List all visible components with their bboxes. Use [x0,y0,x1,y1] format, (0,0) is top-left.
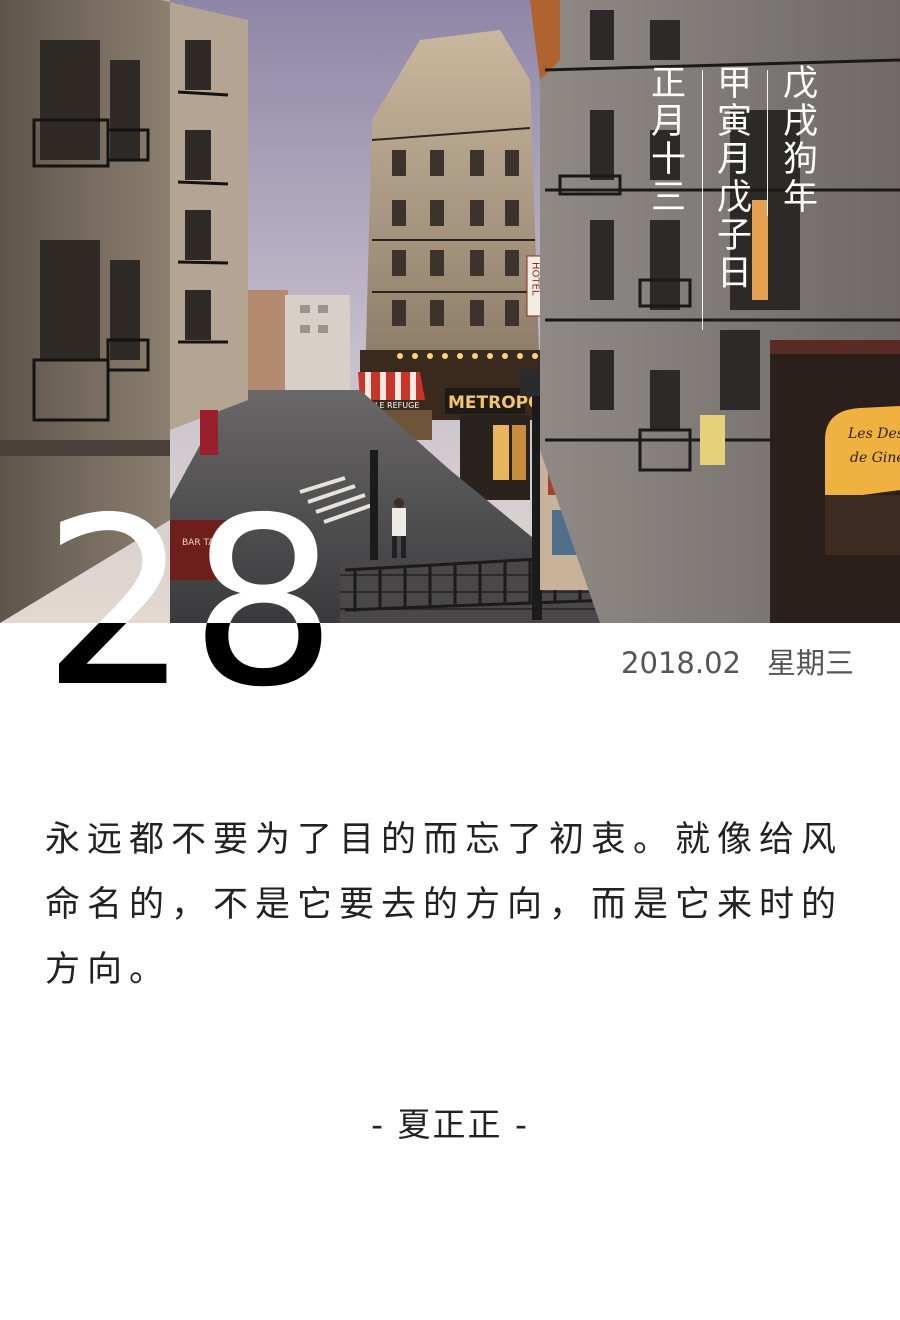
lunar-date: 正月十三 [645,64,685,216]
de-gine-sign: de Giné [850,450,900,466]
lunar-year: 戊戌狗年 [777,64,817,216]
weekday: 星期三 [766,646,854,680]
quote-author: - 夏正正 - [371,1105,529,1144]
lunar-divider-line [767,70,768,216]
lunar-month-day: 甲寅月戊子日 [711,64,751,292]
lunar-divider-line [702,70,703,330]
le-refuge-sign: LE REFUGE [375,401,419,410]
year-month: 2018.02 [621,646,741,680]
hotel-sign: HOTEL [530,262,541,296]
quote-text: 永远都不要为了目的而忘了初衷。就像给风命名的，不是它要去的方向，而是它来时的方向… [45,820,844,990]
les-desserts-sign: Les Des [847,426,900,442]
calendar-card: HOTEL LE REFUGE METROPOLE BAR TABA Les D… [0,0,900,1320]
date-meta: 2018.02 星期三 [621,640,854,682]
day-number: 28 28 [40,478,340,723]
